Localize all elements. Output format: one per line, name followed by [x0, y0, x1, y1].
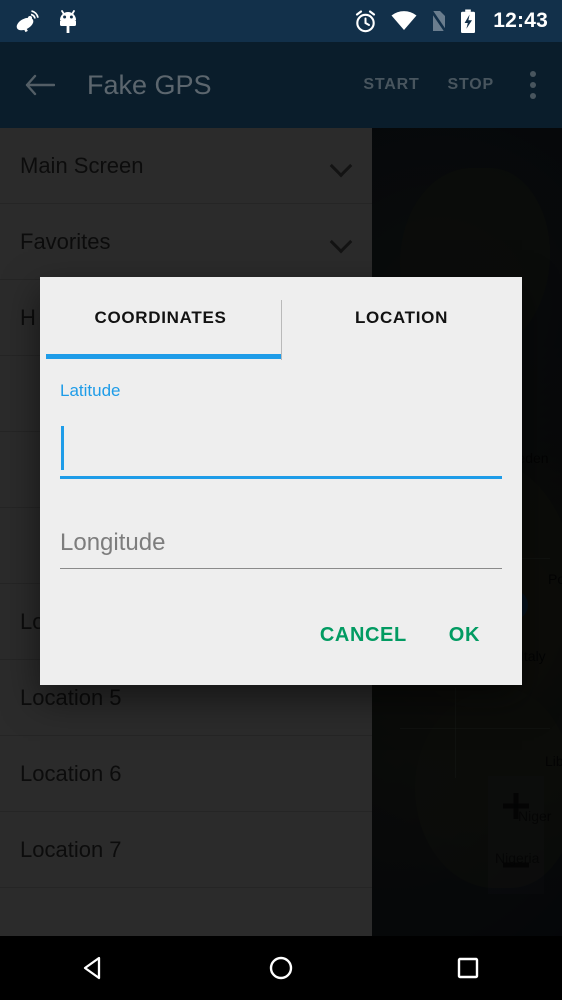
longitude-field[interactable]: Longitude — [60, 503, 502, 569]
android-screen: Sweden Norway Poland Italy Libya Niger N… — [0, 0, 562, 1000]
android-robot-icon — [60, 10, 76, 33]
tab-label: LOCATION — [354, 308, 449, 327]
ok-button[interactable]: OK — [445, 616, 484, 655]
latitude-label: Latitude — [60, 381, 121, 400]
dialog-actions: CANCEL OK — [40, 616, 522, 685]
text-caret — [61, 426, 64, 470]
status-bar-notifications — [14, 8, 80, 34]
cancel-button[interactable]: CANCEL — [316, 616, 411, 655]
coordinates-dialog: COORDINATES LOCATION Latitude Longitude … — [40, 277, 522, 685]
nav-home-button[interactable] — [241, 936, 321, 1000]
recents-square-icon — [458, 957, 479, 979]
satellite-dish-icon — [16, 10, 39, 33]
longitude-placeholder: Longitude — [60, 529, 166, 556]
no-sim-icon — [430, 9, 448, 33]
tab-coordinates[interactable]: COORDINATES — [40, 277, 281, 359]
dialog-fields: Latitude Longitude — [40, 359, 522, 616]
longitude-underline — [60, 568, 502, 569]
nav-recents-button[interactable] — [428, 936, 508, 1000]
tab-location[interactable]: LOCATION — [281, 277, 522, 359]
tab-divider — [281, 300, 282, 360]
wifi-icon — [391, 11, 417, 30]
back-triangle-icon — [83, 956, 100, 980]
latitude-field[interactable]: Latitude — [60, 381, 502, 479]
tab-selected-indicator — [46, 354, 281, 359]
home-circle-icon — [269, 956, 293, 980]
battery-charging-icon — [461, 9, 476, 33]
status-bar-system-icons: 12:43 — [353, 9, 548, 34]
alarm-clock-icon — [356, 9, 376, 32]
system-navigation-bar — [0, 936, 562, 1000]
clock: 12:43 — [493, 9, 548, 32]
tab-label: COORDINATES — [94, 308, 227, 327]
status-bar: 12:43 — [0, 0, 562, 42]
latitude-underline-focused — [60, 476, 502, 479]
dialog-tabstrip: COORDINATES LOCATION — [40, 277, 522, 360]
nav-back-button[interactable] — [54, 936, 134, 1000]
